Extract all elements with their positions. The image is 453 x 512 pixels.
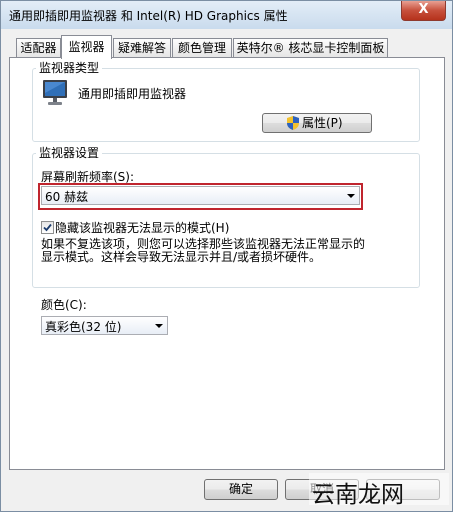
- hide-modes-description-line2: 显示模式。这样会导致无法显示并且/或者损坏硬件。: [41, 250, 322, 264]
- monitor-tab-panel: 监视器类型 通用即插即用监视器 属性(P) 监视器设置 屏幕刷新频率(S): 6…: [9, 57, 445, 470]
- checkmark-icon: [43, 223, 52, 232]
- hide-modes-checkbox[interactable]: [41, 221, 54, 234]
- hide-modes-label: 隐藏该监视器无法显示的模式(H): [55, 221, 230, 235]
- properties-button[interactable]: 属性(P): [262, 113, 372, 133]
- properties-window: 通用即插即用监视器 和 Intel(R) HD Graphics 属性 X 适配…: [0, 0, 453, 512]
- watermark-text: 云南龙网: [312, 482, 404, 508]
- chevron-down-icon: [347, 194, 355, 198]
- tab-intel-control-panel[interactable]: 英特尔® 核芯显卡控制面板: [233, 38, 388, 58]
- colors-label: 颜色(C):: [41, 298, 87, 312]
- refresh-rate-value: 60 赫兹: [45, 190, 89, 204]
- refresh-rate-select[interactable]: 60 赫兹: [41, 186, 360, 205]
- close-button[interactable]: X: [401, 1, 446, 21]
- properties-button-label: 属性(P): [302, 116, 343, 130]
- tab-troubleshoot[interactable]: 疑难解答: [113, 38, 171, 58]
- chevron-down-icon: [155, 324, 163, 328]
- window-title: 通用即插即用监视器 和 Intel(R) HD Graphics 属性: [9, 9, 288, 23]
- monitor-type-group-title: 监视器类型: [36, 61, 103, 75]
- monitor-settings-group-title: 监视器设置: [36, 146, 103, 160]
- title-bar[interactable]: 通用即插即用监视器 和 Intel(R) HD Graphics 属性 X: [1, 1, 452, 29]
- colors-select[interactable]: 真彩色(32 位): [41, 316, 168, 335]
- ok-button[interactable]: 确定: [204, 479, 278, 500]
- tab-adapter[interactable]: 适配器: [16, 38, 61, 58]
- tab-monitor[interactable]: 监视器: [61, 35, 112, 59]
- monitor-icon: [40, 78, 70, 108]
- colors-value: 真彩色(32 位): [45, 320, 122, 334]
- monitor-name: 通用即插即用监视器: [78, 87, 187, 101]
- shield-icon: [287, 116, 299, 130]
- tab-color-management[interactable]: 颜色管理: [172, 38, 232, 58]
